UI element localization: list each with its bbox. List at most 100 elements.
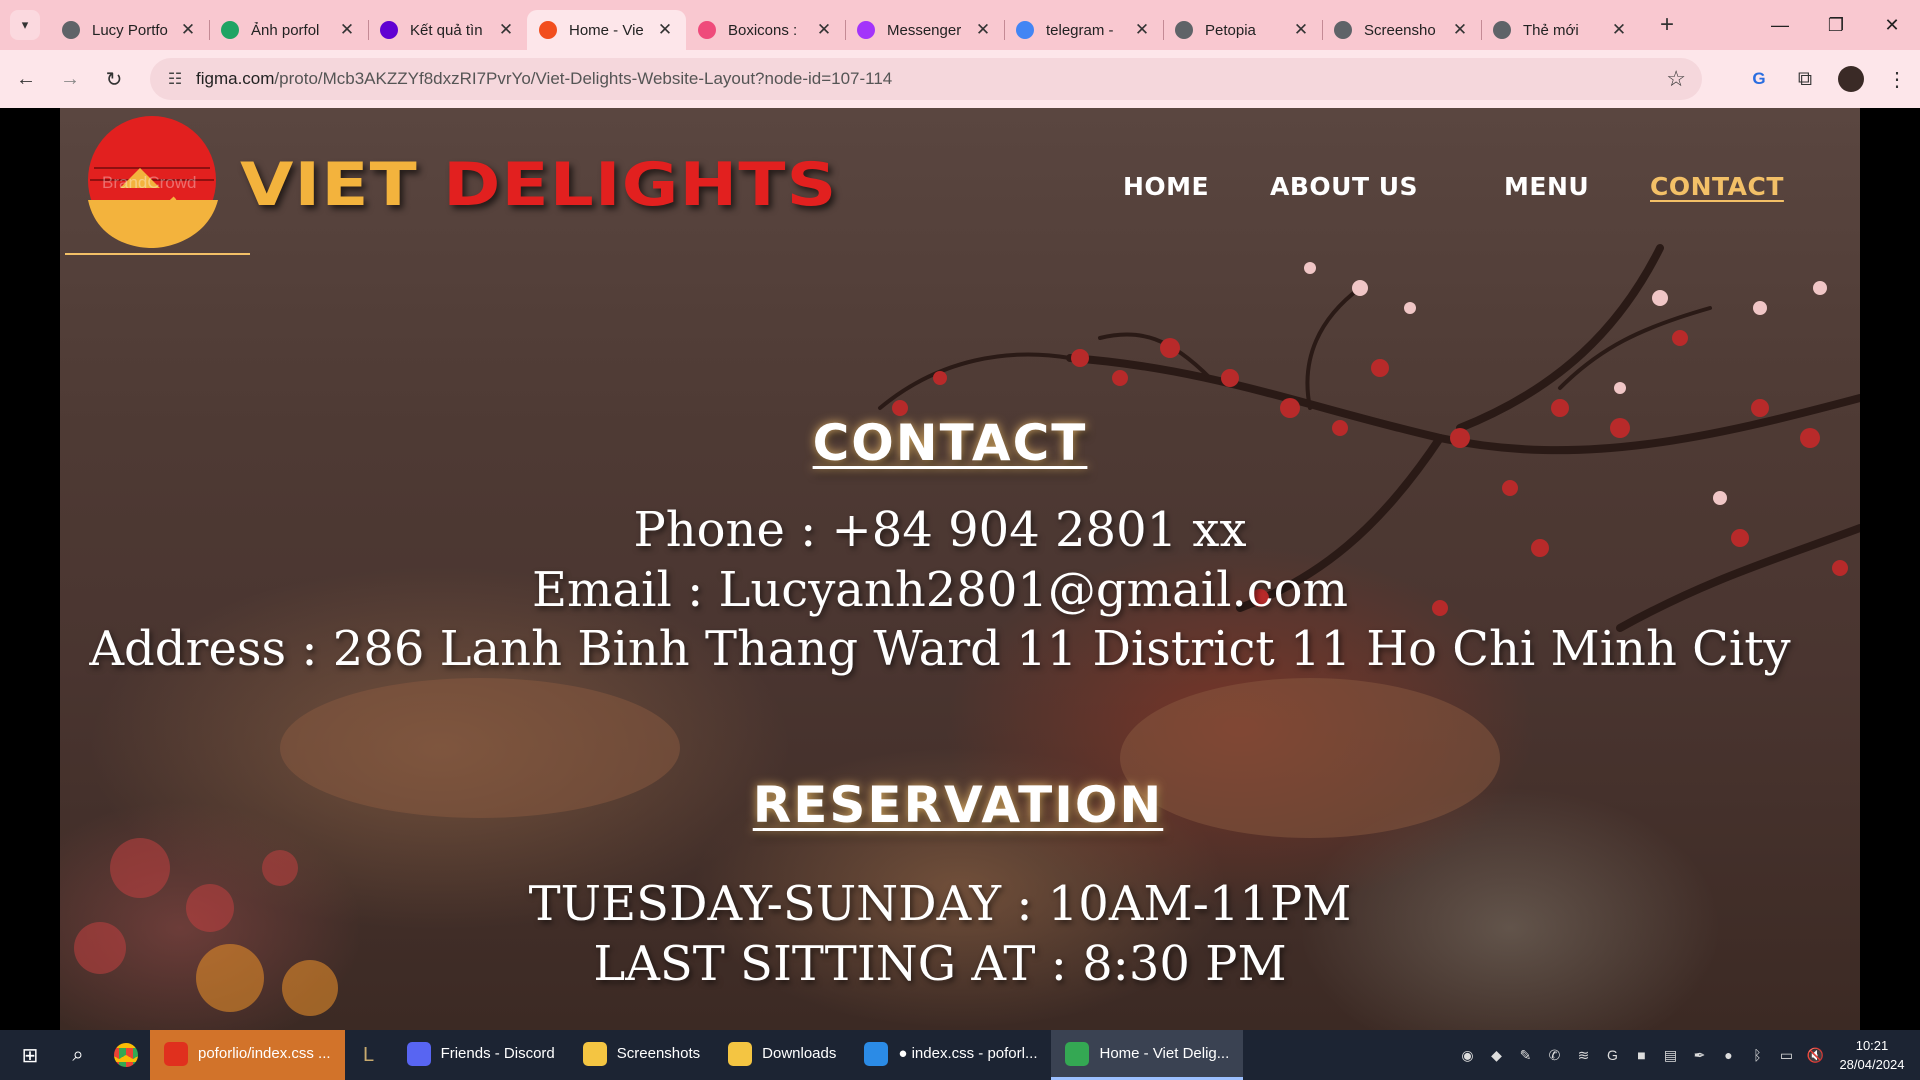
tab-close-icon[interactable]: ✕	[1610, 20, 1628, 40]
network-app-tray-icon[interactable]: ◆	[1482, 1047, 1511, 1064]
address-url[interactable]: figma.com/proto/Mcb3AKZZYf8dxzRI7PvrYo/V…	[196, 69, 892, 89]
website-frame: BrandCrowd VIET DELIGHTS HOME ABOUT US M…	[60, 108, 1860, 1030]
browser-tab[interactable]: Boxicons : ✕	[686, 10, 845, 50]
tab-title: Kết quả tìn	[410, 21, 483, 39]
tab-favicon-icon	[857, 21, 875, 39]
reload-icon: ↻	[105, 68, 123, 91]
arrow-left-icon: ←	[16, 67, 36, 90]
profile-avatar[interactable]	[1838, 66, 1864, 92]
reservation-hours: TUESDAY-SUNDAY : 10AM-11PM	[528, 876, 1352, 932]
contact-heading: CONTACT	[812, 414, 1088, 472]
brand-first-word: VIET	[240, 150, 418, 220]
tab-close-icon[interactable]: ✕	[338, 20, 356, 40]
tab-title: Screensho	[1364, 21, 1436, 39]
close-window-button[interactable]: ✕	[1864, 0, 1920, 50]
taskbar-app[interactable]: poforlio/index.css ...	[150, 1030, 345, 1080]
tab-close-icon[interactable]: ✕	[974, 20, 992, 40]
antivirus-tray-icon[interactable]: ■	[1627, 1047, 1656, 1063]
tab-list: Lucy Portfo ✕ Ảnh porfol ✕ Kết quả tìn ✕ Home …	[50, 0, 1640, 50]
tab-close-icon[interactable]: ✕	[1451, 20, 1469, 40]
taskbar-app[interactable]: Screenshots	[569, 1030, 714, 1080]
chevron-down-icon: ▾	[21, 17, 29, 32]
address-bar[interactable]: ☷ figma.com/proto/Mcb3AKZZYf8dxzRI7PvrYo…	[150, 58, 1702, 100]
contact-address: Address : 286 Lanh Binh Thang Ward 11 Di…	[89, 621, 1791, 677]
browser-tab[interactable]: Petopia ✕	[1163, 10, 1322, 50]
nav-home-link[interactable]: HOME	[1123, 172, 1209, 201]
reservation-heading: RESERVATION	[752, 776, 1164, 834]
tab-title: Petopia	[1205, 21, 1256, 39]
contact-email[interactable]: Email : Lucyanh2801@gmail.com	[60, 562, 1840, 618]
wifi-icon[interactable]: ≋	[1569, 1047, 1598, 1064]
site-info-icon[interactable]: ☷	[154, 69, 196, 89]
tab-close-icon[interactable]: ✕	[179, 20, 197, 40]
taskbar-app[interactable]: Friends - Discord	[393, 1030, 569, 1080]
battery-icon[interactable]: ▭	[1772, 1047, 1801, 1064]
browser-tab[interactable]: Lucy Portfo ✕	[50, 10, 209, 50]
feather-tray-icon[interactable]: ✒	[1685, 1047, 1714, 1064]
taskbar-apps: poforlio/index.css ... L Friends - Discord…	[150, 1030, 1244, 1080]
reload-button[interactable]: ↻	[96, 61, 132, 97]
new-tab-button[interactable]: +	[1652, 11, 1682, 39]
volume-muted-icon[interactable]: 🔇	[1801, 1047, 1830, 1064]
taskbar-clock[interactable]: 10:21 28/04/2024	[1830, 1036, 1914, 1074]
browser-tab[interactable]: telegram - ✕	[1004, 10, 1163, 50]
window-controls: — ❐ ✕	[1752, 0, 1920, 50]
discord-tray-icon[interactable]: ◉	[1453, 1047, 1482, 1064]
taskbar-app-icon	[864, 1041, 889, 1066]
bluetooth-icon[interactable]: ᛒ	[1743, 1047, 1772, 1063]
notes-tray-icon[interactable]: ▤	[1656, 1047, 1685, 1064]
nav-contact-link[interactable]: CONTACT	[1650, 172, 1784, 201]
tab-close-icon[interactable]: ✕	[815, 20, 833, 40]
browser-tab[interactable]: Kết quả tìn ✕	[368, 10, 527, 50]
tab-title: telegram -	[1046, 21, 1114, 39]
tab-close-icon[interactable]: ✕	[1292, 20, 1310, 40]
browser-tab[interactable]: Ảnh porfol ✕	[209, 10, 368, 50]
tab-close-icon[interactable]: ✕	[1133, 20, 1151, 40]
browser-tab[interactable]: Thẻ mới ✕	[1481, 10, 1640, 50]
viber-tray-icon[interactable]: ✆	[1540, 1047, 1569, 1064]
browser-tab[interactable]: Home - Vie ✕	[527, 10, 686, 50]
minimize-button[interactable]: —	[1752, 0, 1808, 50]
tab-title: Boxicons :	[728, 21, 798, 39]
taskbar-app[interactable]: Downloads	[714, 1030, 850, 1080]
league-client-pinned[interactable]: L	[345, 1030, 393, 1080]
nav-about-link[interactable]: ABOUT US	[1270, 172, 1418, 201]
browser-tab[interactable]: Screensho ✕	[1322, 10, 1481, 50]
browser-tab[interactable]: Messenger ✕	[845, 10, 1004, 50]
bookmark-star-icon[interactable]: ☆	[1666, 66, 1686, 92]
start-button[interactable]: ⊞	[6, 1030, 54, 1080]
forward-button[interactable]: →	[52, 61, 88, 97]
reservation-last-sitting: LAST SITTING AT : 8:30 PM	[593, 936, 1287, 992]
clock-time: 10:21	[1855, 1038, 1889, 1053]
search-button[interactable]: ⌕	[54, 1030, 102, 1080]
svg-text:BrandCrowd: BrandCrowd	[102, 173, 197, 192]
restore-button[interactable]: ❐	[1808, 0, 1864, 50]
taskbar-app-icon	[1065, 1041, 1090, 1066]
taskbar-app[interactable]: Home - Viet Delig...	[1051, 1030, 1244, 1080]
tab-title: Lucy Portfo	[92, 21, 168, 39]
windows-logo-icon: ⊞	[21, 1044, 39, 1067]
google-tray-icon[interactable]: G	[1598, 1047, 1627, 1063]
more-menu-icon[interactable]: ⋮	[1874, 67, 1920, 92]
pen-tray-icon[interactable]: ✎	[1511, 1047, 1540, 1064]
tab-close-icon[interactable]: ✕	[497, 20, 515, 40]
tab-close-icon[interactable]: ✕	[656, 20, 674, 40]
nav-menu-link[interactable]: MENU	[1504, 172, 1589, 201]
tab-search-button[interactable]: ▾	[10, 10, 40, 40]
extensions-icon[interactable]: ⧉	[1782, 68, 1828, 91]
taskbar-app[interactable]: ● index.css - poforl...	[850, 1030, 1051, 1080]
tab-favicon-icon	[698, 21, 716, 39]
back-button[interactable]: ←	[8, 61, 44, 97]
tab-title: Messenger	[887, 21, 962, 39]
taskbar-app-icon	[582, 1041, 607, 1066]
chrome-pinned[interactable]	[102, 1030, 150, 1080]
app-tray-icon[interactable]: ●	[1714, 1047, 1743, 1063]
tab-favicon-icon	[221, 21, 239, 39]
translate-icon[interactable]: G	[1736, 69, 1782, 89]
tab-favicon-icon	[1175, 21, 1193, 39]
contact-phone: Phone : +84 904 2801 xx	[633, 502, 1247, 558]
tab-favicon-icon	[539, 21, 557, 39]
taskbar-app-label: Downloads	[762, 1045, 837, 1062]
taskbar-app-icon	[406, 1041, 431, 1066]
tab-strip: ▾ Lucy Portfo ✕ Ảnh porfol ✕ Kết quả tìn ✕ Hom…	[0, 0, 1920, 50]
